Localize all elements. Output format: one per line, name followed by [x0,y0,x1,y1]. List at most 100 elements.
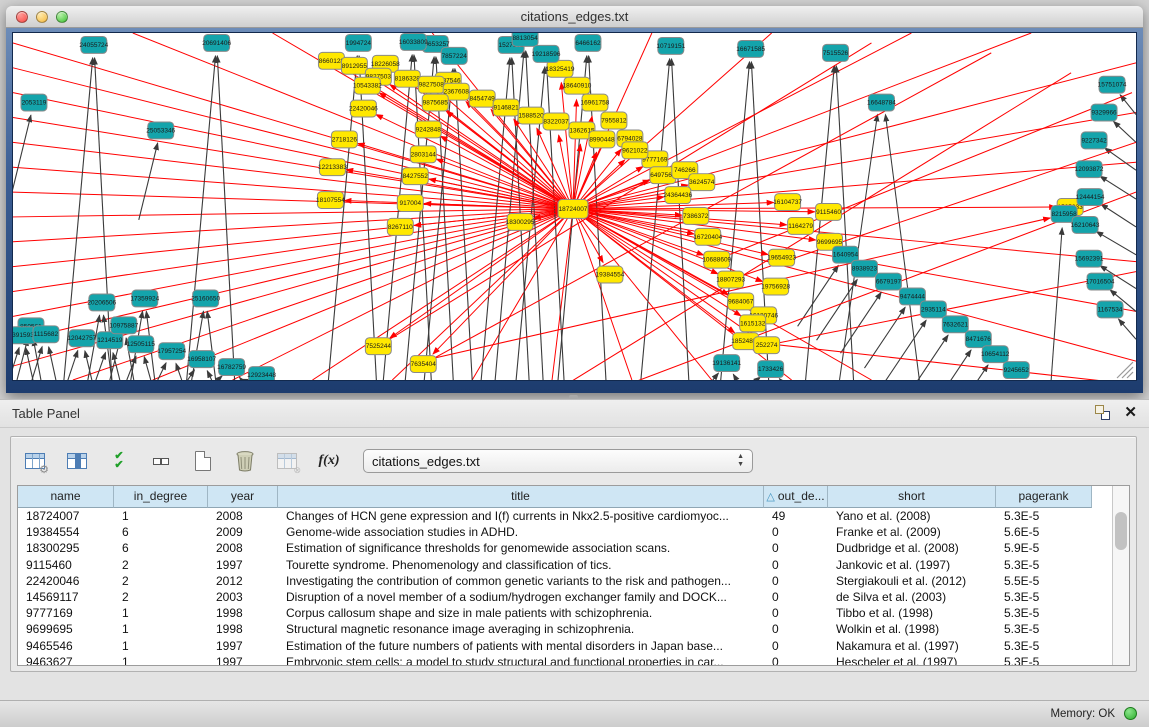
graph-node[interactable]: 7955812 [601,112,627,129]
graph-node[interactable]: 8322037 [543,113,569,130]
graph-node[interactable]: 7635404 [410,356,436,373]
graph-node[interactable]: 16210643 [1071,216,1100,233]
network-view[interactable]: 1872400718300295193845549777169649756874… [12,32,1137,381]
column-settings-button[interactable]: ⚙ [21,448,49,474]
network-select-dropdown[interactable]: citations_edges.txt ▲▼ [363,449,753,473]
graph-node[interactable]: 18640910 [563,77,592,94]
table-row[interactable]: 2242004622012Investigating the contribut… [18,573,1112,589]
graph-node[interactable]: 16961758 [581,94,610,111]
graph-node[interactable]: 18724007 [558,200,588,219]
graph-node[interactable]: 16720404 [693,228,722,245]
column-header-pagerank[interactable]: pagerank [996,486,1092,508]
graph-node[interactable]: 9621022 [622,142,648,159]
table-scrollbar[interactable] [1112,486,1129,665]
graph-node[interactable]: 8186328 [394,70,420,87]
graph-node[interactable]: 917004 [397,195,423,212]
graph-node[interactable]: 10543382 [353,77,382,94]
graph-node[interactable]: 20206506 [87,294,116,311]
graph-node[interactable]: 9146821 [493,99,519,116]
graph-node[interactable]: 19756928 [761,278,790,295]
graph-node[interactable]: 25160650 [191,290,220,307]
graph-node[interactable]: 6466162 [575,34,601,51]
graph-node[interactable]: 9827508 [418,76,444,93]
delete-column-button[interactable] [231,448,259,474]
graph-node[interactable]: 8427552 [402,168,428,185]
graph-node[interactable]: 1214519 [97,332,123,349]
graph-node[interactable]: 7515526 [823,44,849,61]
graph-node[interactable]: 18107554 [316,192,345,209]
graph-node[interactable]: 17016504 [1086,273,1115,290]
graph-node[interactable]: 20691406 [202,34,231,51]
function-builder-button[interactable]: f(x) [315,448,343,474]
graph-node[interactable]: 16671585 [736,40,765,57]
graph-node[interactable]: 9684067 [728,293,754,310]
graph-node[interactable]: 1588520 [518,107,544,124]
graph-node[interactable]: 18300295 [506,213,535,230]
graph-node[interactable]: 9245652 [1003,362,1029,379]
graph-node[interactable]: 7632621 [942,316,968,333]
graph-node[interactable]: 12923448 [247,367,276,380]
graph-node[interactable]: 1733426 [758,361,784,378]
graph-node[interactable]: 17957254 [157,343,186,360]
graph-node[interactable]: 19654923 [767,249,796,266]
create-column-button[interactable] [189,448,217,474]
graph-node[interactable]: 9329966 [1091,104,1117,121]
float-panel-icon[interactable] [1095,405,1110,420]
graph-node[interactable]: 2718126 [331,131,357,148]
import-table-button[interactable]: ⊗ [273,448,301,474]
graph-node[interactable]: 1994724 [345,34,371,51]
graph-node[interactable]: 9242848 [415,121,441,138]
graph-node[interactable]: 16104737 [773,194,802,211]
graph-node[interactable]: 19136141 [712,355,741,372]
graph-node[interactable]: 8990448 [589,131,615,148]
graph-node[interactable]: 10719151 [656,37,685,54]
graph-node[interactable]: 17359924 [130,290,159,307]
graph-node[interactable]: 24055724 [79,36,108,53]
graph-node[interactable]: 8471676 [965,331,991,348]
graph-node[interactable]: 2803144 [410,146,436,163]
graph-node[interactable]: 9875685 [422,94,448,111]
table-row[interactable]: 977716911998Corpus callosum shape and si… [18,605,1112,621]
table-row[interactable]: 1456911722003Disruption of a novel membe… [18,589,1112,605]
graph-node[interactable]: 2935114 [920,301,946,318]
graph-node[interactable]: 22420046 [349,100,378,117]
deselect-rows-button[interactable] [147,448,175,474]
graph-node[interactable]: 7857224 [441,47,467,64]
graph-node[interactable]: 3624574 [689,174,715,191]
graph-node[interactable]: 19384554 [596,266,625,283]
graph-node[interactable]: 8454749 [469,90,495,107]
graph-node[interactable]: 1167534 [1097,301,1123,318]
column-header-title[interactable]: title [278,486,764,508]
close-panel-icon[interactable]: ✕ [1124,405,1137,420]
graph-node[interactable]: 25053346 [146,122,175,139]
graph-node[interactable]: 8813054 [512,33,538,46]
window-titlebar[interactable]: citations_edges.txt [6,6,1143,28]
graph-node[interactable]: 12444154 [1076,189,1105,206]
graph-node[interactable]: 16958107 [187,351,216,368]
column-header-short[interactable]: short [828,486,996,508]
table-row[interactable]: 1872400712008Changes of HCN gene express… [18,508,1112,524]
graph-node[interactable]: 2053119 [21,94,47,111]
select-all-button[interactable]: ✔✔ [105,448,133,474]
table-row[interactable]: 911546021997Tourette syndrome. Phenomeno… [18,557,1112,573]
graph-node[interactable]: 10654112 [981,346,1010,363]
graph-node[interactable]: 16648784 [867,94,896,111]
column-header-out-degree[interactable]: △out_de... [764,486,828,508]
table-row[interactable]: 1938455462009Genome-wide association stu… [18,524,1112,540]
graph-node[interactable]: 8938923 [852,260,878,277]
graph-node[interactable]: 1115682 [33,326,59,343]
graph-node[interactable]: 10975887 [109,317,138,334]
graph-node[interactable]: 18325419 [546,60,575,77]
graph-node[interactable]: 12505115 [127,336,156,353]
column-header-in-degree[interactable]: in_degree [114,486,208,508]
graph-node[interactable]: 8267110 [387,218,413,235]
graph-node[interactable]: 12042757 [67,330,96,347]
graph-node[interactable]: 1164279 [788,217,814,234]
graph-node[interactable]: 16033809 [399,33,428,50]
table-row[interactable]: 946554611997Estimation of the future num… [18,638,1112,654]
graph-node[interactable]: 6679197 [875,273,901,290]
graph-node[interactable]: 12213383 [318,159,347,176]
graph-node[interactable]: 15751074 [1098,76,1127,93]
table-row[interactable]: 1830029562008Estimation of significance … [18,540,1112,556]
graph-node[interactable]: 9115460 [816,204,842,221]
